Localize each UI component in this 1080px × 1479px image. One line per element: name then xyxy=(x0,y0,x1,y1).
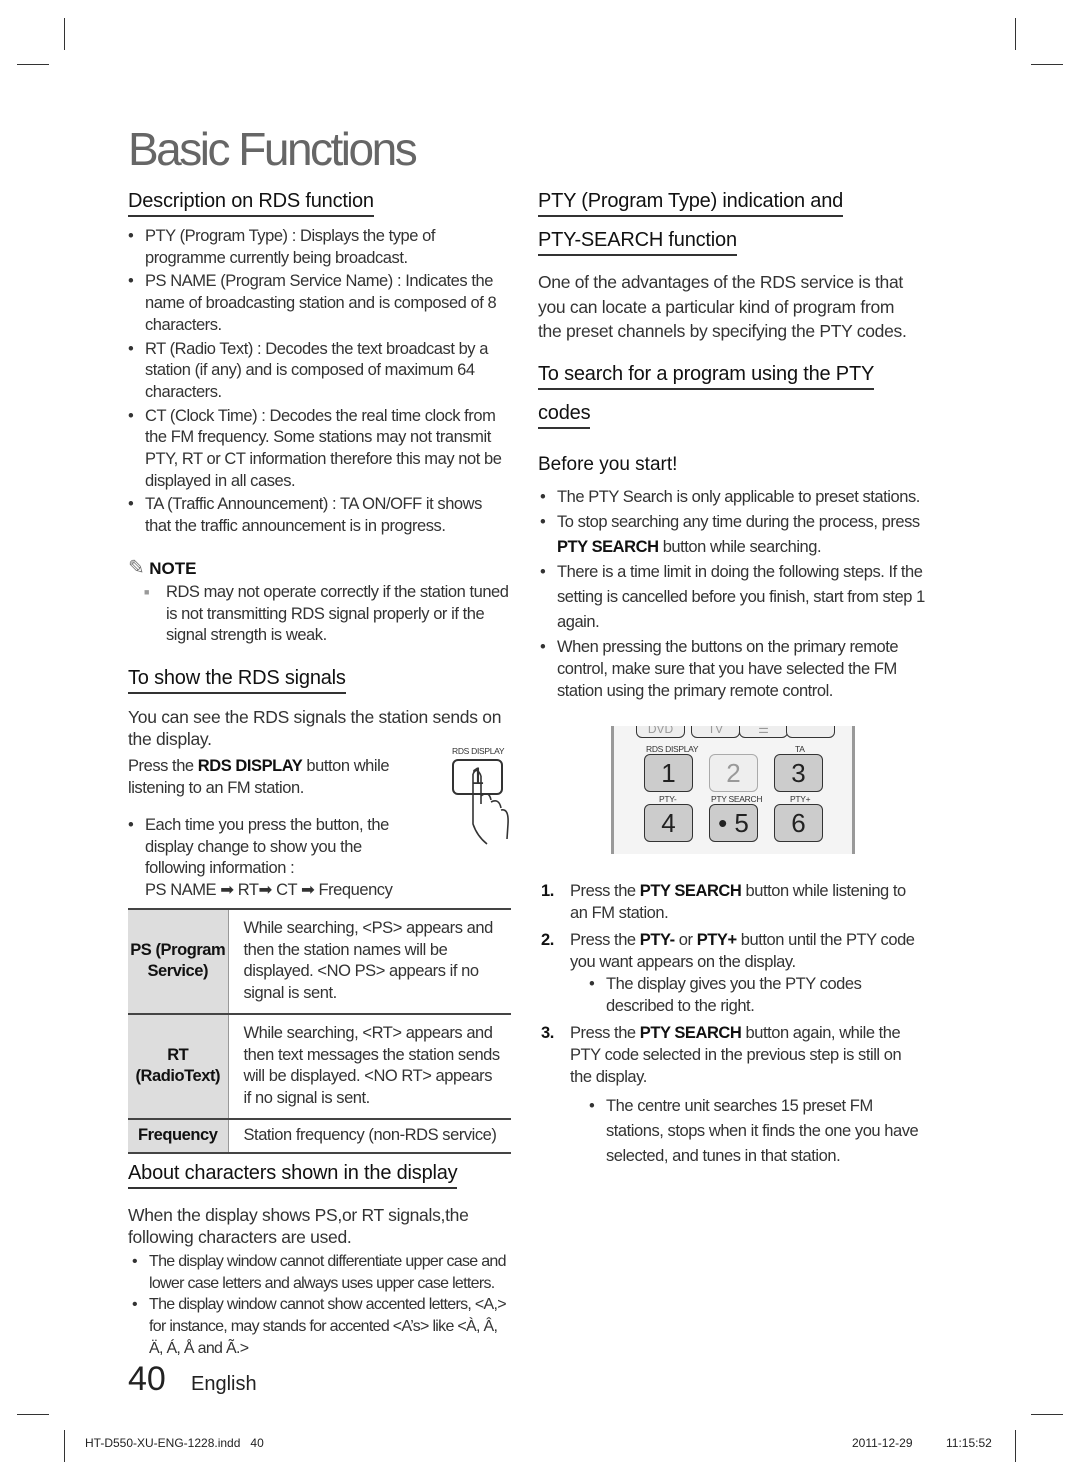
page-number: 40 xyxy=(128,1360,166,1398)
search-heading-2: codes xyxy=(538,401,591,429)
remote-key: • 5 xyxy=(709,804,758,842)
crop-mark xyxy=(64,18,65,50)
note-header: ✎ NOTE xyxy=(128,555,196,580)
chars-heading: About characters shown in the display xyxy=(128,1161,458,1189)
sequence: PS NAME ➡ RT➡ CT ➡ Frequency xyxy=(145,881,393,900)
list-item: The centre unit searches 15 preset FM st… xyxy=(589,1094,923,1169)
page-language: English xyxy=(191,1373,257,1395)
list-item: CT (Clock Time) : Decodes the real time … xyxy=(128,406,511,493)
steps-list: 1. Press the PTY SEARCH button while list… xyxy=(538,881,923,1169)
before-list: The PTY Search is only applicable to pre… xyxy=(540,485,925,702)
list-item: Each time you press the button, the disp… xyxy=(128,815,418,902)
crop-mark xyxy=(17,1414,49,1415)
each-time-list: Each time you press the button, the disp… xyxy=(128,815,418,902)
remote-label: RDS DISPLAY xyxy=(646,744,699,754)
pointing-hand-icon xyxy=(472,769,509,845)
footer-file: HT-D550-XU-ENG-1228.indd 40 xyxy=(85,1436,264,1450)
crop-mark xyxy=(1031,64,1063,65)
remote-control-illustration: DVD TV ☰ RDS DISPLAY TA 1 2 3 PTY- PTY S… xyxy=(611,726,855,854)
table-row: RT (RadioText) While searching, <RT> appe… xyxy=(128,1012,511,1120)
list-item: TA (Traffic Announcement) : TA ON/OFF it… xyxy=(128,494,511,537)
remote-key: DVD xyxy=(636,726,685,738)
footer-date: 2011-12-29 xyxy=(852,1436,913,1450)
table-value: Station frequency (non-RDS service) xyxy=(228,1117,511,1154)
remote-key: 6 xyxy=(774,804,823,842)
note-label: NOTE xyxy=(149,559,197,578)
desc-list: PTY (Program Type) : Displays the type o… xyxy=(128,226,511,538)
desc-heading: Description on RDS function xyxy=(128,189,374,217)
step: 2. Press the PTY- or PTY+ button until th… xyxy=(538,930,923,1017)
list-item: The display window cannot show accented … xyxy=(132,1294,512,1359)
crop-mark xyxy=(1015,1430,1016,1462)
table-row: PS (Program Service) While searching, <PS… xyxy=(128,908,511,1015)
list-item: To stop searching any time during the pr… xyxy=(540,510,925,560)
remote-label: PTY+ xyxy=(790,794,811,804)
crop-mark xyxy=(1031,1414,1063,1415)
chars-list: The display window cannot differentiate … xyxy=(132,1251,512,1360)
list-item: The display gives you the PTY codes desc… xyxy=(589,974,923,1017)
pty-heading-2: PTY-SEARCH function xyxy=(538,228,737,256)
pty-para: One of the advantages of the RDS service… xyxy=(538,272,907,341)
remote-key: 2 xyxy=(709,754,758,792)
remote-label: PTY- xyxy=(659,794,677,804)
remote-key: TV xyxy=(691,726,740,738)
show-heading: To show the RDS signals xyxy=(128,666,346,694)
table-value: While searching, <PS> appears and then t… xyxy=(228,908,511,1015)
search-heading: To search for a program using the PTY xyxy=(538,362,874,390)
list-item: The PTY Search is only applicable to pre… xyxy=(540,485,925,510)
before-heading: Before you start! xyxy=(538,454,678,475)
crop-mark xyxy=(17,64,49,65)
remote-key: ☰ xyxy=(739,726,788,738)
remote-key: 3 xyxy=(774,754,823,792)
note-text: RDS may not operate correctly if the sta… xyxy=(128,582,518,647)
table-key: Frequency xyxy=(128,1117,229,1154)
step: 1. Press the PTY SEARCH button while list… xyxy=(541,882,906,922)
footer-time: 11:15:52 xyxy=(946,1436,992,1450)
table-row: Frequency Station frequency (non-RDS serv… xyxy=(128,1117,511,1154)
remote-label: TA xyxy=(795,744,805,754)
table-value: While searching, <RT> appears and then t… xyxy=(228,1012,511,1120)
list-item: PS NAME (Program Service Name) : Indicat… xyxy=(128,271,511,336)
remote-key: 4 xyxy=(644,804,693,842)
step: 3. Press the PTY SEARCH button again, whi… xyxy=(538,1023,923,1169)
remote-key: 1 xyxy=(644,754,693,792)
press-instruction: Press the RDS DISPLAY button while liste… xyxy=(128,757,390,797)
rds-display-illustration: RDS DISPLAY 1 xyxy=(445,744,515,849)
crop-mark xyxy=(64,1430,65,1462)
list-item: The display window cannot differentiate … xyxy=(132,1251,512,1294)
rds-info-table: PS (Program Service) While searching, <PS… xyxy=(128,908,511,1154)
list-item: RT (Radio Text) : Decodes the text broad… xyxy=(128,339,511,404)
pty-heading: PTY (Program Type) indication and xyxy=(538,189,843,217)
remote-key xyxy=(786,726,835,738)
crop-mark xyxy=(1015,18,1016,50)
remote-label: PTY SEARCH xyxy=(711,794,763,804)
list-item: When pressing the buttons on the primary… xyxy=(540,636,925,702)
table-key: RT (RadioText) xyxy=(128,1012,229,1120)
page-title: Basic Functions xyxy=(128,123,418,175)
list-item: PTY (Program Type) : Displays the type o… xyxy=(128,226,511,269)
table-key: PS (Program Service) xyxy=(128,908,229,1015)
pencil-icon: ✎ xyxy=(128,557,145,579)
chars-para: When the display shows PS,or RT signals,… xyxy=(128,1205,469,1247)
list-item: There is a time limit in doing the follo… xyxy=(540,560,925,635)
